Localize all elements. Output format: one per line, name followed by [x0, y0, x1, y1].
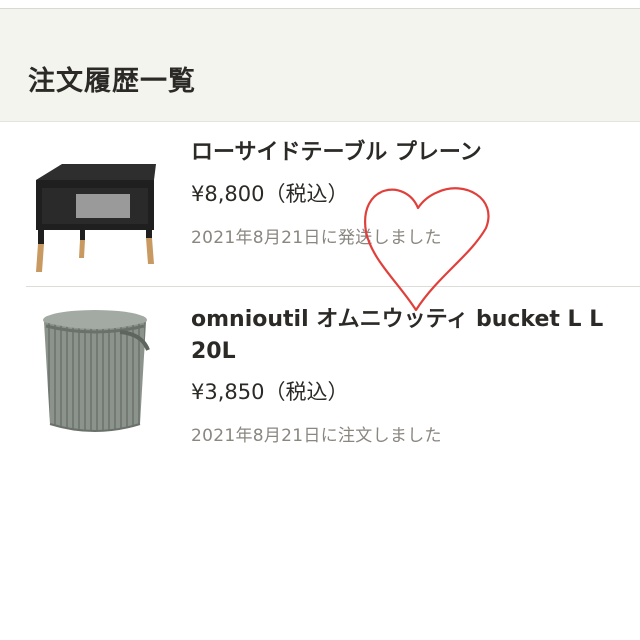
side-table-thumbnail[interactable]: [26, 142, 166, 272]
bucket-thumbnail[interactable]: [38, 306, 152, 438]
item-name[interactable]: ローサイドテーブル プレーン: [191, 137, 621, 169]
item-status: 2021年8月21日に発送しました: [191, 228, 442, 248]
item-price: ¥3,850（税込）: [191, 380, 349, 404]
page-title: 注文履歴一覧: [28, 66, 196, 97]
order-item[interactable]: omnioutil オムニウッティ bucket L L 20L ¥3,850（…: [0, 288, 640, 468]
order-item[interactable]: ローサイドテーブル プレーン ¥8,800（税込） 2021年8月21日に発送し…: [0, 122, 640, 287]
item-status: 2021年8月21日に注文しました: [191, 426, 442, 446]
item-name[interactable]: omnioutil オムニウッティ bucket L L 20L: [191, 304, 621, 368]
item-price: ¥8,800（税込）: [191, 182, 349, 206]
page-header: 注文履歴一覧: [0, 9, 640, 122]
order-divider: [26, 286, 640, 287]
